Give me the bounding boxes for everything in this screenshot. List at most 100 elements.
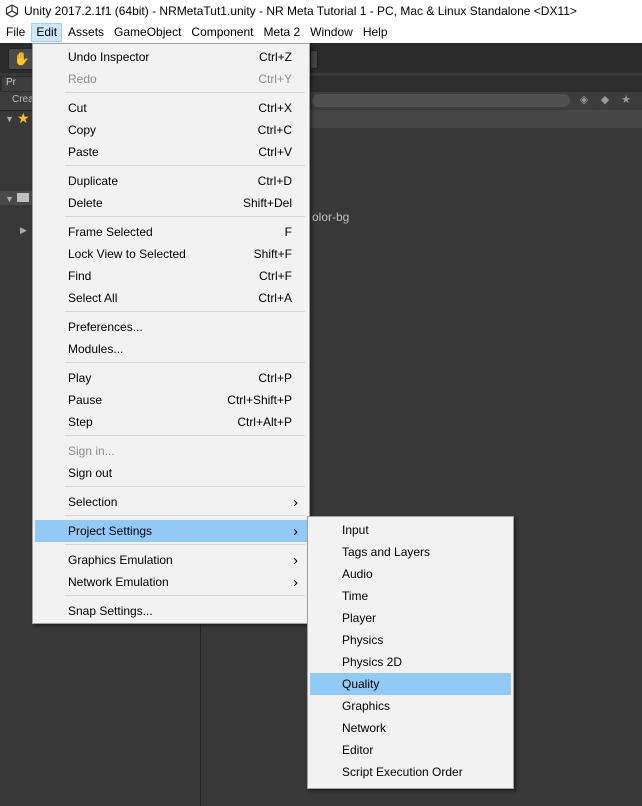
menu-item-shortcut: Ctrl+F (259, 269, 292, 283)
filter-type-icon[interactable]: ◈ (577, 93, 591, 107)
menu-item-shortcut: Ctrl+A (258, 291, 292, 305)
menu-item-step[interactable]: Step Ctrl+Alt+P (35, 411, 307, 433)
menu-item-snap-settings[interactable]: Snap Settings... (35, 600, 307, 622)
menu-item-modules[interactable]: Modules... (35, 338, 307, 360)
menu-separator (65, 165, 305, 166)
menu-item-select-all[interactable]: Select All Ctrl+A (35, 287, 307, 309)
menu-item-label: Frame Selected (68, 225, 153, 239)
submenu-item-label: Input (342, 523, 369, 537)
menu-item-pause[interactable]: Pause Ctrl+Shift+P (35, 389, 307, 411)
menu-item-delete[interactable]: Delete Shift+Del (35, 192, 307, 214)
menu-item-label: Paste (68, 145, 99, 159)
menu-item-duplicate[interactable]: Duplicate Ctrl+D (35, 170, 307, 192)
menu-item-label: Modules... (68, 342, 124, 356)
panel-header-strip (310, 110, 642, 128)
menu-separator (65, 362, 305, 363)
submenu-item-label: Time (342, 589, 369, 603)
submenu-item-label: Physics (342, 633, 384, 647)
submenu-item-player[interactable]: Player (310, 607, 511, 629)
menu-item-label: Undo Inspector (68, 50, 150, 64)
menu-separator (65, 311, 305, 312)
menu-component[interactable]: Component (187, 23, 257, 42)
title-bar: Unity 2017.2.1f1 (64bit) - NRMetaTut1.un… (0, 0, 642, 22)
submenu-item-label: Physics 2D (342, 655, 403, 669)
menu-item-label: Step (68, 415, 93, 429)
menubar: File Edit Assets GameObject Component Meta 2W… (0, 22, 642, 44)
menu-separator (65, 216, 305, 217)
menu-item-shortcut: Ctrl+X (258, 101, 292, 115)
collapse-arrow-icon[interactable]: ▼ (5, 194, 14, 204)
submenu-item-label: Script Execution Order (342, 765, 463, 779)
menu-item-shortcut: Ctrl+V (258, 145, 292, 159)
menu-item-sign-out[interactable]: Sign out (35, 462, 307, 484)
submenu-item-physics-2d[interactable]: Physics 2D (310, 651, 511, 673)
menu-item-shortcut: F (284, 225, 292, 239)
menu-separator (65, 544, 305, 545)
favorite-star-icon[interactable]: ★ (619, 93, 633, 107)
menu-file[interactable]: File (2, 23, 29, 42)
menu-item-label: Sign out (68, 466, 113, 480)
search-input[interactable] (312, 94, 570, 107)
collapse-arrow-icon[interactable]: ▼ (5, 114, 14, 124)
toolbar-button[interactable] (310, 50, 318, 69)
menu-item-label: Redo (68, 72, 97, 86)
menu-gameobject[interactable]: GameObject (110, 23, 185, 42)
chevron-right-icon: › (293, 573, 298, 591)
submenu-item-label: Graphics (342, 699, 391, 713)
menu-item-shortcut: Ctrl+Alt+P (237, 415, 292, 429)
submenu-item-time[interactable]: Time (310, 585, 511, 607)
submenu-item-label: Player (342, 611, 377, 625)
menu-item-find[interactable]: Find Ctrl+F (35, 265, 307, 287)
menu-meta-2[interactable]: Meta 2 (259, 23, 304, 42)
menu-item-copy[interactable]: Copy Ctrl+C (35, 119, 307, 141)
create-button[interactable]: Crea (12, 94, 34, 105)
menu-item-shortcut: Ctrl+Z (259, 50, 292, 64)
submenu-item-tags-and-layers[interactable]: Tags and Layers (310, 541, 511, 563)
menu-item-shortcut: Ctrl+P (258, 371, 292, 385)
submenu-item-audio[interactable]: Audio (310, 563, 511, 585)
submenu-item-input[interactable]: Input (310, 519, 511, 541)
submenu-item-graphics[interactable]: Graphics (310, 695, 511, 717)
menu-item-frame-selected[interactable]: Frame Selected F (35, 221, 307, 243)
menu-separator (65, 92, 305, 93)
menu-item-shortcut: Ctrl+C (257, 123, 292, 137)
menu-item-label: Play (68, 371, 92, 385)
submenu-item-quality[interactable]: Quality (310, 673, 511, 695)
menu-item-undo-inspector[interactable]: Undo Inspector Ctrl+Z (35, 46, 307, 68)
menu-item-play[interactable]: Play Ctrl+P (35, 367, 307, 389)
menu-assets[interactable]: Assets (64, 23, 108, 42)
menu-separator (65, 595, 305, 596)
menu-item-label: Network Emulation (68, 575, 169, 589)
menu-item-graphics-emulation[interactable]: Graphics Emulation › (35, 549, 307, 571)
menu-item-project-settings[interactable]: Project Settings › (35, 520, 307, 542)
chevron-right-icon: › (293, 493, 298, 511)
menu-item-sign-in: Sign in... (35, 440, 307, 462)
submenu-item-network[interactable]: Network (310, 717, 511, 739)
folder-icon (17, 193, 29, 202)
menu-separator (65, 486, 305, 487)
menu-item-lock-view-to-selected[interactable]: Lock View to Selected Shift+F (35, 243, 307, 265)
label-tag-icon[interactable]: ◆ (598, 93, 612, 107)
menu-edit[interactable]: Edit (31, 23, 63, 42)
menu-item-preferences[interactable]: Preferences... (35, 316, 307, 338)
menu-separator (65, 435, 305, 436)
menu-separator (65, 515, 305, 516)
menu-item-label: Find (68, 269, 92, 283)
menu-item-label: Project Settings (68, 524, 153, 538)
menu-window[interactable]: Window (306, 23, 357, 42)
menu-help[interactable]: Help (359, 23, 392, 42)
submenu-item-editor[interactable]: Editor (310, 739, 511, 761)
expand-arrow-icon[interactable]: ▶ (20, 225, 27, 236)
menu-item-selection[interactable]: Selection › (35, 491, 307, 513)
submenu-item-physics[interactable]: Physics (310, 629, 511, 651)
asset-label: olor-bg (312, 210, 350, 224)
menu-item-network-emulation[interactable]: Network Emulation › (35, 571, 307, 593)
menu-item-cut[interactable]: Cut Ctrl+X (35, 97, 307, 119)
menu-item-label: Pause (68, 393, 103, 407)
menu-item-redo: Redo Ctrl+Y (35, 68, 307, 90)
submenu-item-label: Audio (342, 567, 373, 581)
menu-item-shortcut: Ctrl+D (257, 174, 292, 188)
submenu-item-script-execution-order[interactable]: Script Execution Order (310, 761, 511, 783)
menu-item-paste[interactable]: Paste Ctrl+V (35, 141, 307, 163)
menu-item-shortcut: Ctrl+Y (258, 72, 292, 86)
